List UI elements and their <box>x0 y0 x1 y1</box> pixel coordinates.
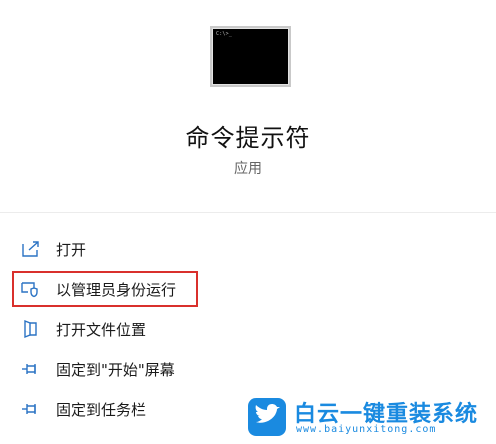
menu-item-label: 打开文件位置 <box>56 320 147 339</box>
menu-item-label: 打开 <box>56 240 87 259</box>
bird-logo-icon <box>248 398 286 436</box>
menu-item-open[interactable]: 打开 <box>12 231 432 267</box>
folder-location-icon <box>18 318 44 340</box>
app-subtitle: 应用 <box>234 161 262 177</box>
open-icon <box>18 238 44 260</box>
menu-item-open-file-location[interactable]: 打开文件位置 <box>12 311 432 347</box>
watermark: 白云一键重装系统 www.baiyunxitong.com <box>248 396 488 438</box>
pin-icon <box>18 398 44 420</box>
menu-item-label: 固定到"开始"屏幕 <box>56 360 175 379</box>
app-header: C:\>_ 命令提示符 应用 <box>0 0 496 212</box>
shield-icon <box>18 278 44 300</box>
menu-item-run-as-admin[interactable]: 以管理员身份运行 <box>12 271 198 307</box>
menu-item-pin-to-start[interactable]: 固定到"开始"屏幕 <box>12 351 432 387</box>
menu-item-label: 固定到任务栏 <box>56 400 147 419</box>
watermark-url: www.baiyunxitong.com <box>296 424 437 435</box>
app-title: 命令提示符 <box>185 124 311 152</box>
pin-icon <box>18 358 44 380</box>
menu-item-label: 以管理员身份运行 <box>56 280 177 299</box>
thumbnail-prompt-text: C:\>_ <box>216 31 233 37</box>
app-thumbnail: C:\>_ <box>210 26 291 87</box>
divider <box>0 212 496 213</box>
